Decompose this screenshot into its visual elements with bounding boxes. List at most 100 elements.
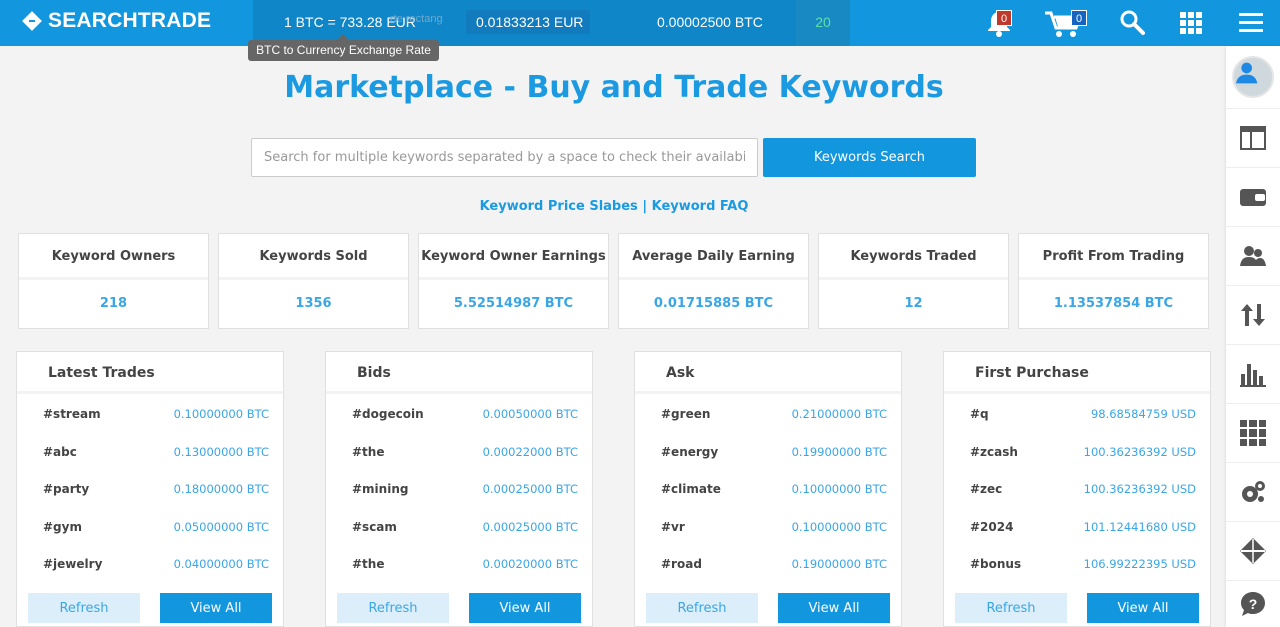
keyword: #q	[970, 407, 989, 421]
stat-card-profit-from-trading: Profit From Trading 1.13537854 BTC	[1018, 233, 1209, 329]
keyword: #road	[661, 557, 702, 571]
ghost-text: rte rectang	[390, 13, 443, 25]
diamond-icon	[1240, 538, 1266, 564]
keyword: #stream	[43, 407, 101, 421]
stat-value: 12	[904, 296, 923, 311]
sidebar-item-profile[interactable]	[1226, 46, 1280, 109]
keyword-faq-link[interactable]: Keyword FAQ	[652, 199, 749, 214]
hamburger-menu-icon	[1239, 13, 1263, 32]
brand-logo[interactable]: SEARCHTRADE	[22, 9, 211, 33]
sidebar-item-users[interactable]	[1226, 227, 1280, 286]
list-item[interactable]: #climate 0.10000000 BTC	[635, 470, 903, 508]
sidebar-item-diamond[interactable]	[1226, 522, 1280, 581]
list-item[interactable]: #energy 0.19900000 BTC	[635, 433, 903, 471]
price: 0.19900000 BTC	[791, 445, 887, 459]
price: 106.99222395 USD	[1083, 557, 1196, 571]
view-all-button[interactable]: View All	[160, 593, 272, 623]
stat-label: Profit From Trading	[1019, 234, 1208, 280]
list-item[interactable]: #scam 0.00025000 BTC	[326, 508, 594, 546]
list-item[interactable]: #green 0.21000000 BTC	[635, 395, 903, 433]
keyword: #gym	[43, 520, 82, 534]
sidebar-item-statistics[interactable]	[1226, 345, 1280, 404]
list-item[interactable]: #stream 0.10000000 BTC	[17, 395, 285, 433]
list-item[interactable]: #2024 101.12441680 USD	[944, 508, 1212, 546]
keyword: #bonus	[970, 557, 1022, 571]
refresh-button[interactable]: Refresh	[646, 593, 758, 623]
main-menu-button[interactable]	[1234, 6, 1268, 40]
stat-card-owner-earnings: Keyword Owner Earnings 5.52514987 BTC	[418, 233, 609, 329]
price: 0.10000000 BTC	[791, 520, 887, 534]
apps-menu-button[interactable]	[1174, 6, 1208, 40]
transfer-icon	[1241, 304, 1265, 326]
price: 0.18000000 BTC	[173, 482, 269, 496]
list-item[interactable]: #gym 0.05000000 BTC	[17, 508, 285, 546]
rate-value-eur[interactable]: 0.01833213 EUR	[476, 0, 583, 46]
sidebar-item-settings[interactable]	[1226, 463, 1280, 522]
list-item[interactable]: #vr 0.10000000 BTC	[635, 508, 903, 546]
sidebar-item-grid[interactable]	[1226, 404, 1280, 463]
stat-label: Keywords Sold	[219, 234, 408, 280]
list-item[interactable]: #zec 100.36236392 USD	[944, 470, 1212, 508]
keyword: #zec	[970, 482, 1003, 496]
list-item[interactable]: #mining 0.00025000 BTC	[326, 470, 594, 508]
sidebar-item-wallet[interactable]	[1226, 168, 1280, 227]
refresh-button[interactable]: Refresh	[337, 593, 449, 623]
stat-value: 0.01715885 BTC	[653, 296, 774, 311]
price: 0.10000000 BTC	[173, 407, 269, 421]
dashboard-icon	[1240, 126, 1266, 150]
panel-bids: Bids #dogecoin 0.00050000 BTC #the 0.00022…	[325, 351, 593, 627]
notifications-button[interactable]: 0	[982, 6, 1016, 40]
header-search-button[interactable]	[1116, 6, 1150, 40]
stat-card-keywords-sold: Keywords Sold 1356	[218, 233, 409, 329]
price: 0.13000000 BTC	[173, 445, 269, 459]
view-all-button[interactable]: View All	[1087, 593, 1199, 623]
keyword-search-input[interactable]	[251, 138, 758, 177]
list-item[interactable]: #abc 0.13000000 BTC	[17, 433, 285, 471]
list-item[interactable]: #road 0.19000000 BTC	[635, 545, 903, 583]
price: 0.00022000 BTC	[482, 445, 578, 459]
rate-count: 20	[796, 0, 850, 46]
list-item[interactable]: #zcash 100.36236392 USD	[944, 433, 1212, 471]
view-all-button[interactable]: View All	[469, 593, 581, 623]
list-item[interactable]: #jewelry 0.04000000 BTC	[17, 545, 285, 583]
stat-label: Keyword Owner Earnings	[419, 234, 608, 280]
logo-diamond-icon	[22, 11, 42, 31]
view-all-button[interactable]: View All	[778, 593, 890, 623]
apps-grid-icon	[1180, 12, 1202, 34]
right-sidebar: ?	[1226, 46, 1280, 627]
sidebar-item-transfer[interactable]	[1226, 286, 1280, 345]
list-item[interactable]: #dogecoin 0.00050000 BTC	[326, 395, 594, 433]
keyword: #zcash	[970, 445, 1018, 459]
keyword: #green	[661, 407, 711, 421]
search-icon	[1120, 10, 1145, 35]
stat-value: 1356	[295, 296, 332, 311]
stat-value: 5.52514987 BTC	[453, 296, 574, 311]
keywords-search-button[interactable]: Keywords Search	[763, 138, 976, 177]
list-item[interactable]: #the 0.00020000 BTC	[326, 545, 594, 583]
rate-value-btc[interactable]: 0.00002500 BTC	[657, 0, 763, 46]
list-item[interactable]: #party 0.18000000 BTC	[17, 470, 285, 508]
keyword-price-slabes-link[interactable]: Keyword Price Slabes	[480, 199, 638, 214]
price: 0.00020000 BTC	[482, 557, 578, 571]
list-item[interactable]: #q 98.68584759 USD	[944, 395, 1212, 433]
list-item[interactable]: #bonus 106.99222395 USD	[944, 545, 1212, 583]
stat-label: Keywords Traded	[819, 234, 1008, 280]
users-icon	[1240, 246, 1266, 266]
refresh-button[interactable]: Refresh	[28, 593, 140, 623]
sidebar-item-help[interactable]: ?	[1226, 581, 1280, 627]
price: 0.10000000 BTC	[791, 482, 887, 496]
stat-label: Keyword Owners	[19, 234, 208, 280]
panel-title: First Purchase	[944, 352, 1210, 394]
keyword: #energy	[661, 445, 719, 459]
sidebar-item-dashboard[interactable]	[1226, 109, 1280, 168]
keyword: #the	[352, 445, 385, 459]
panel-ask: Ask #green 0.21000000 BTC #energy 0.199000…	[634, 351, 902, 627]
stat-label: Average Daily Earning	[619, 234, 808, 280]
keyword: #the	[352, 557, 385, 571]
keyword: #dogecoin	[352, 407, 424, 421]
keyword: #scam	[352, 520, 397, 534]
refresh-button[interactable]: Refresh	[955, 593, 1067, 623]
cart-button[interactable]: 0	[1044, 6, 1087, 40]
list-item[interactable]: #the 0.00022000 BTC	[326, 433, 594, 471]
keyword: #mining	[352, 482, 409, 496]
